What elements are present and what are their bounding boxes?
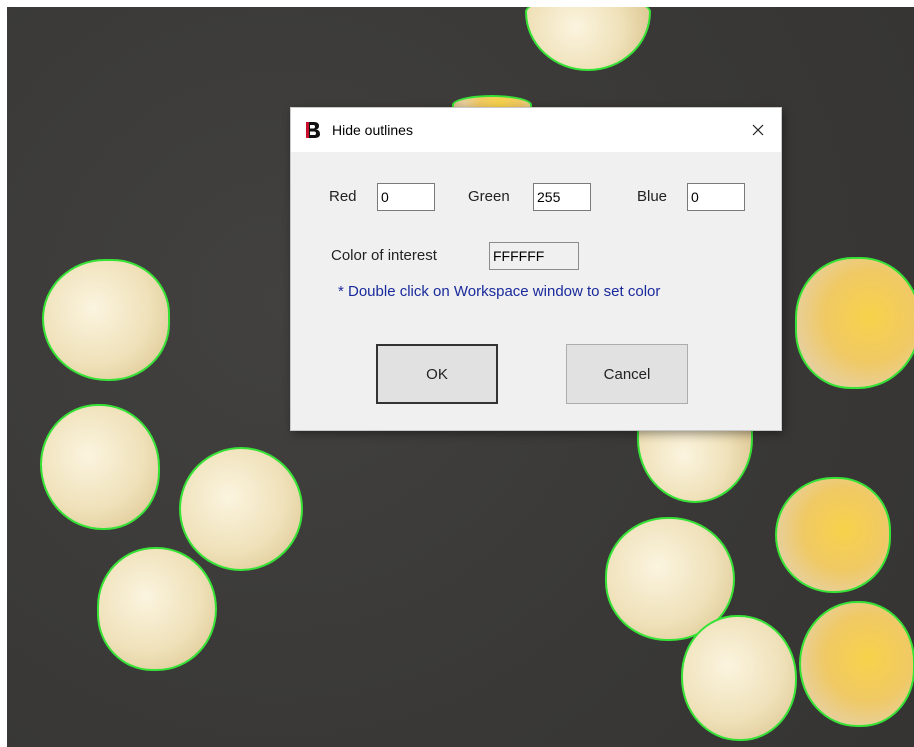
app-logo-icon (305, 121, 321, 139)
kernel-outline (637, 423, 753, 503)
kernel-outline (97, 547, 217, 671)
hint-text: * Double click on Workspace window to se… (338, 283, 661, 300)
color-of-interest-label: Color of interest (331, 247, 437, 264)
red-input[interactable] (377, 183, 435, 211)
blue-label: Blue (637, 188, 668, 205)
kernel-outline (525, 7, 651, 71)
kernel-outline (40, 404, 160, 530)
hide-outlines-dialog: Hide outlines Red Green Blue Color of in… (291, 108, 781, 430)
dialog-titlebar[interactable]: Hide outlines (291, 108, 781, 152)
red-label: Red (329, 188, 357, 205)
kernel-outline (775, 477, 891, 593)
kernel-outline (42, 259, 170, 381)
blue-input[interactable] (687, 183, 745, 211)
close-icon (752, 124, 764, 136)
dialog-title: Hide outlines (332, 122, 413, 138)
ok-button[interactable]: OK (376, 344, 498, 404)
cancel-button[interactable]: Cancel (566, 344, 688, 404)
close-button[interactable] (735, 108, 781, 152)
green-label: Green (468, 188, 510, 205)
kernel-outline (795, 257, 914, 389)
kernel-outline (179, 447, 303, 571)
color-of-interest-field (489, 242, 579, 270)
green-input[interactable] (533, 183, 591, 211)
kernel-outline (681, 615, 797, 741)
kernel-outline (799, 601, 914, 727)
